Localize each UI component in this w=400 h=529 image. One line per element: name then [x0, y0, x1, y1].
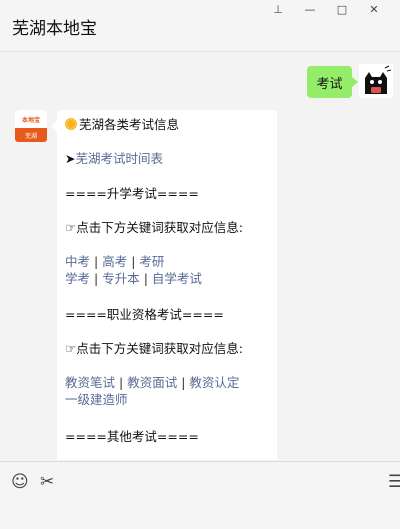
separator: |: [94, 254, 99, 269]
link-gaokao[interactable]: 高考: [102, 254, 127, 269]
message-header: 芜湖各类考试信息: [65, 116, 179, 133]
separator: |: [143, 271, 148, 286]
minimize-icon: —: [304, 2, 316, 16]
close-icon: ✕: [369, 2, 379, 16]
link-yiji-jianzaoshi[interactable]: 一级建造师: [65, 392, 128, 407]
links-row-3: 教资笔试 | 教资面试 | 教资认定: [65, 374, 239, 391]
pin-button[interactable]: ⊥: [262, 0, 294, 18]
sun-icon: [65, 118, 77, 130]
arrow-icon: ➤: [65, 151, 76, 166]
link-kaoyan[interactable]: 考研: [139, 254, 164, 269]
bot-avatar[interactable]: 本地宝 芜湖: [15, 110, 47, 142]
section-title-other: ====其他考试====: [65, 429, 199, 444]
window-title: 芜湖本地宝: [12, 19, 97, 39]
link-jiaozi-bishi[interactable]: 教资笔试: [65, 375, 115, 390]
chat-history-icon[interactable]: ☰: [388, 472, 400, 492]
schedule-line: ➤芜湖考试时间表: [65, 150, 163, 167]
logo-top: 本地宝: [15, 110, 47, 128]
separator: |: [119, 375, 124, 390]
minimize-button[interactable]: —: [294, 0, 326, 18]
hint-enrollment: ☞点击下方关键词获取对应信息:: [65, 220, 243, 235]
maximize-icon: □: [336, 2, 348, 16]
outgoing-message[interactable]: 考试: [307, 66, 358, 98]
title-bar: 芜湖本地宝 ⊥ — □ ✕: [0, 0, 400, 52]
header-text: 芜湖各类考试信息: [79, 117, 180, 132]
emoji-icon[interactable]: ☺: [11, 472, 29, 492]
user-avatar[interactable]: [359, 64, 393, 98]
links-row-2: 学考 | 专升本 | 自学考试: [65, 270, 202, 287]
maximize-button[interactable]: □: [326, 0, 358, 18]
link-zhuanshengben[interactable]: 专升本: [102, 271, 140, 286]
separator: |: [94, 271, 99, 286]
input-toolbar: ☺ ✂ ☰: [0, 461, 400, 529]
incoming-message: 芜湖各类考试信息 ➤芜湖考试时间表 ====升学考试==== ☞点击下方关键词获…: [51, 110, 277, 460]
link-jiaozi-mianshi[interactable]: 教资面试: [127, 375, 177, 390]
link-zhongkao[interactable]: 中考: [65, 254, 90, 269]
exam-schedule-link[interactable]: 芜湖考试时间表: [75, 151, 163, 166]
close-button[interactable]: ✕: [358, 0, 390, 18]
logo-bottom: 芜湖: [24, 132, 37, 140]
links-row-4: 一级建造师: [65, 391, 128, 408]
logo-top-text: 本地宝: [21, 116, 40, 124]
link-jiaozi-rending[interactable]: 教资认定: [189, 375, 239, 390]
chat-area[interactable]: 考试 本地宝 芜湖 芜湖各类考试信息 ➤芜湖考试时间表 ====升学考试====…: [0, 53, 400, 460]
separator: |: [131, 254, 136, 269]
section-title-professional: ====职业资格考试====: [65, 307, 224, 322]
separator: |: [181, 375, 186, 390]
hint-professional: ☞点击下方关键词获取对应信息:: [65, 341, 243, 356]
section-title-enrollment: ====升学考试====: [65, 186, 199, 201]
link-xuekao[interactable]: 学考: [65, 271, 90, 286]
link-zixue-kaoshi[interactable]: 自学考试: [152, 271, 202, 286]
pin-icon: ⊥: [273, 2, 283, 16]
links-row-1: 中考 | 高考 | 考研: [65, 253, 164, 270]
cat-avatar-icon: [359, 64, 393, 98]
scissors-icon[interactable]: ✂: [40, 472, 54, 492]
window-controls: ⊥ — □ ✕: [262, 0, 390, 18]
